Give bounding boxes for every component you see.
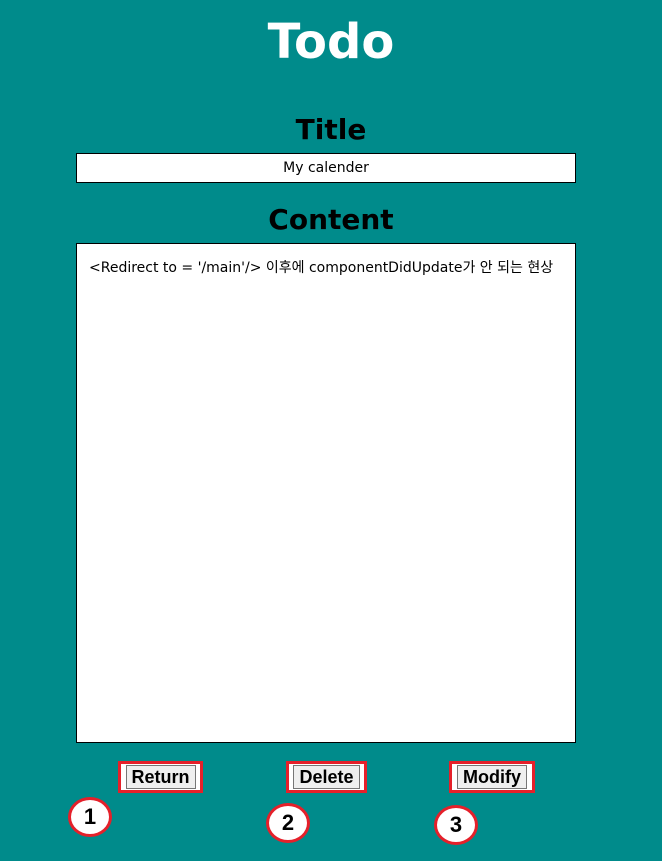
page-title: Todo [267, 14, 395, 70]
title-heading: Title [295, 113, 367, 146]
delete-button-label: Delete [293, 765, 360, 789]
content-heading: Content [268, 203, 394, 236]
modify-button[interactable]: Modify [449, 761, 535, 793]
return-button-label: Return [125, 765, 196, 789]
annotation-marker-3: 3 [434, 805, 478, 845]
return-button[interactable]: Return [118, 761, 203, 793]
delete-button[interactable]: Delete [286, 761, 367, 793]
content-textarea[interactable]: <Redirect to = '/main'/> 이후에 componentDi… [76, 243, 576, 743]
annotation-marker-2: 2 [266, 803, 310, 843]
modify-button-label: Modify [457, 765, 527, 789]
title-input[interactable] [76, 153, 576, 183]
annotation-marker-1: 1 [68, 797, 112, 837]
